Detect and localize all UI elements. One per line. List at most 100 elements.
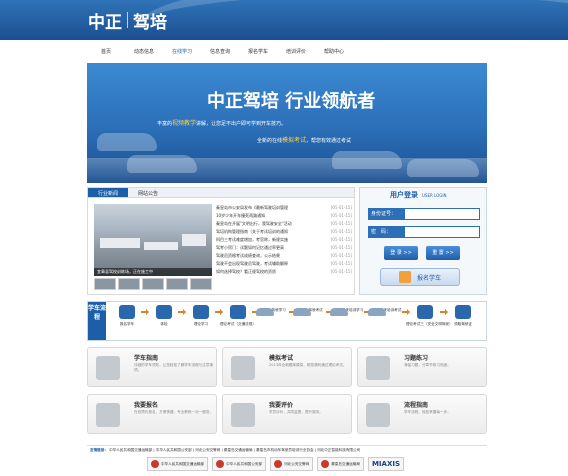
flow-step[interactable]: 道路驾驶培训考试 xyxy=(368,305,406,316)
thumbnail[interactable] xyxy=(94,278,116,290)
news-item[interactable]: 驾驶员资格考试成绩查询，公示结果 [05-01-15] xyxy=(216,252,352,260)
footer-link[interactable]: 河北公安交警网 xyxy=(195,448,220,452)
flow-step[interactable]: 理论考试三（安全文明驾驶） xyxy=(406,305,453,326)
partner-logo[interactable]: 中华人民共和国公安部 xyxy=(212,457,267,471)
id-number-input[interactable] xyxy=(404,208,480,220)
thumbnail[interactable] xyxy=(190,278,212,290)
news-item[interactable]: 10岁少年开车撞死两路通知 [05-01-15] xyxy=(216,212,352,220)
flow-step[interactable]: 道路驾驶培训学习 xyxy=(330,305,368,316)
footer: 友情链接： 中华人民共和国交通运输部 | 中华人民共和国公安部 | 河北公安交警… xyxy=(87,445,487,476)
flow-step[interactable]: 领取驾驶证 xyxy=(444,305,482,326)
building-shape xyxy=(144,242,178,250)
friend-links-label: 友情链接： xyxy=(90,448,108,452)
emblem-icon xyxy=(274,460,283,468)
car-icon xyxy=(256,305,274,319)
flow-label: 学车流程 xyxy=(88,302,106,340)
tab-site-notice[interactable]: 网站公告 xyxy=(128,188,168,197)
user-icon xyxy=(96,403,120,427)
card-sign-up[interactable]: 我要报名 在线预约报名，方便快捷，专业教练一对一服务。 xyxy=(87,394,217,434)
reset-button[interactable]: 重 置 >> xyxy=(426,246,460,260)
flow-step[interactable]: 理论考试（交通法规） xyxy=(219,305,257,326)
person-icon xyxy=(119,305,135,319)
photo-thumbnails xyxy=(94,278,212,290)
flow-step[interactable]: 体检 xyxy=(145,305,183,326)
card-driving-guide[interactable]: 学车指南 详细的学车须知，让您轻松了解学车流程与注意事项。 xyxy=(87,347,217,387)
friend-links: 友情链接： 中华人民共和国交通运输部 | 中华人民共和国公安部 | 河北公安交警… xyxy=(90,448,361,452)
card-evaluate[interactable]: 我要评价 学员评价，共同监督，提升服务。 xyxy=(222,394,352,434)
license-icon xyxy=(455,305,471,319)
building-shape xyxy=(100,238,140,248)
footer-link[interactable]: 秦皇岛交通运输局 xyxy=(224,448,253,452)
password-field: 密 码： xyxy=(368,226,480,238)
register-icon xyxy=(398,271,411,283)
hero-banner[interactable]: 中正驾培 行业领航者 丰富的视频教学讲解，让您足不出户即可学到开车技巧。 全新的… xyxy=(87,63,487,183)
nav-home[interactable]: 首页 xyxy=(87,48,125,55)
card-mock-exam[interactable]: 模拟考试 2013年全新题库模拟，助您顺利通过理论考试。 xyxy=(222,347,352,387)
login-title-en: USER LOGIN xyxy=(422,192,447,198)
password-input[interactable] xyxy=(404,226,480,238)
nav-news[interactable]: 动态信息 xyxy=(125,48,163,55)
nav-evaluation[interactable]: 培训评价 xyxy=(277,48,315,55)
thumbnail[interactable] xyxy=(142,278,164,290)
register-button[interactable]: 报名学车 xyxy=(380,268,460,286)
id-number-label: 身份证号： xyxy=(368,208,404,220)
flow-steps: 报名学车 体检 理论学习 理论考试（交通法规） 场内驾驶学习 场内驾驶考试 道路… xyxy=(108,305,484,339)
banner-title: 中正驾培 行业领航者 xyxy=(207,91,376,112)
login-title: 用户登录 xyxy=(390,191,418,199)
news-item[interactable]: 驾驶不会出现驾驶员驾驶，考试辅助解释 [05-01-15] xyxy=(216,260,352,268)
register-label: 报名学车 xyxy=(416,274,441,282)
flow-step[interactable]: 报名学车 xyxy=(108,305,146,326)
site-logo[interactable]: 中正 驾培 xyxy=(88,8,167,33)
footer-link[interactable]: 中华人民共和国交通运输部 xyxy=(109,448,152,452)
news-item[interactable]: 秦皇岛市公安局发布《最新驾驶培训管理 [05-01-15] xyxy=(216,204,352,212)
steering-wheel-icon xyxy=(366,403,390,427)
news-item[interactable]: 驾培机构管理指南（关于考试培训的通知 [05-01-15] xyxy=(216,228,352,236)
login-button[interactable]: 登 录 >> xyxy=(384,246,418,260)
partner-logo[interactable]: 河北公安交警网 xyxy=(270,457,314,471)
nav-help[interactable]: 帮助中心 xyxy=(315,48,353,55)
thumbnail[interactable] xyxy=(166,278,188,290)
news-panel: 行业新闻 网站公告 宜章县驾校训练场，正在施工中 秦皇岛市公安局发布《最新驾驶培… xyxy=(87,187,355,295)
building-shape xyxy=(182,234,206,246)
exam-icon xyxy=(231,356,255,380)
exam-paper-icon xyxy=(417,305,433,319)
banner-subtitle-1: 丰富的视频教学讲解，让您足不出户即可学到开车技巧。 xyxy=(157,120,287,127)
news-item[interactable]: 如何选择驾校？看正规驾校的资质 [05-01-15] xyxy=(216,268,352,276)
news-photo[interactable]: 宜章县驾校训练场，正在施工中 xyxy=(94,204,212,276)
password-label: 密 码： xyxy=(368,226,404,238)
guide-icon xyxy=(96,356,120,380)
news-item[interactable]: 秦皇岛在开展"文明出行，我驾驶安全"活动 [05-01-15] xyxy=(216,220,352,228)
partner-logo[interactable]: 中华人民共和国交通运输部 xyxy=(147,457,209,471)
medical-icon xyxy=(156,305,172,319)
card-exercises[interactable]: 习题练习 海量习题，分章节练习巩固。 xyxy=(357,347,487,387)
card-process-guide[interactable]: 流程指南 学车流程，轻松掌握每一步。 xyxy=(357,394,487,434)
logo-text-b: 驾培 xyxy=(133,12,167,33)
handshake-icon xyxy=(231,403,255,427)
nav-query[interactable]: 信息查询 xyxy=(201,48,239,55)
flow-step[interactable]: 理论学习 xyxy=(182,305,220,326)
news-item[interactable]: 驾考小窍门：试题如何记忆通过率更高 [05-01-15] xyxy=(216,244,352,252)
header: 中正 驾培 xyxy=(0,0,568,40)
study-icon xyxy=(193,305,209,319)
nav-online-study[interactable]: 在线学习 xyxy=(163,48,201,55)
miaxis-logo[interactable]: MIAXIS xyxy=(367,457,404,471)
emblem-icon xyxy=(216,460,225,468)
emblem-icon xyxy=(151,460,159,468)
learning-flow: 学车流程 报名学车 体检 理论学习 理论考试（交通法规） 场内驾驶学习 场内驾驶… xyxy=(87,301,487,341)
car-icon xyxy=(330,305,348,319)
nav-register[interactable]: 报名学车 xyxy=(239,48,277,55)
partner-logo[interactable]: 秦皇岛交通运输局 xyxy=(317,457,364,471)
footer-link[interactable]: 中华人民共和国公安部 xyxy=(156,448,192,452)
logo-text-a: 中正 xyxy=(88,12,122,33)
id-number-field: 身份证号： xyxy=(368,208,480,220)
car-icon xyxy=(293,305,311,319)
thumbnail[interactable] xyxy=(118,278,140,290)
login-panel: 用户登录 USER LOGIN 身份证号： 密 码： 登 录 >> 重 置 >>… xyxy=(359,187,487,295)
news-list: 秦皇岛市公安局发布《最新驾驶培训管理 [05-01-15] 10岁少年开车撞死两路… xyxy=(216,204,352,276)
footer-link[interactable]: 秦皇岛市机动车驾驶员培训行业协会 xyxy=(256,448,314,452)
main-nav: 首页 动态信息 在线学习 信息查询 报名学车 培训评价 帮助中心 xyxy=(87,44,487,58)
news-item[interactable]: 科目三考试难度增加，考官称，新规实施 [05-01-15] xyxy=(216,236,352,244)
tab-industry-news[interactable]: 行业新闻 xyxy=(88,188,129,197)
footer-link[interactable]: 河北中正智能科技有限公司 xyxy=(317,448,360,452)
banner-shine xyxy=(87,158,487,183)
